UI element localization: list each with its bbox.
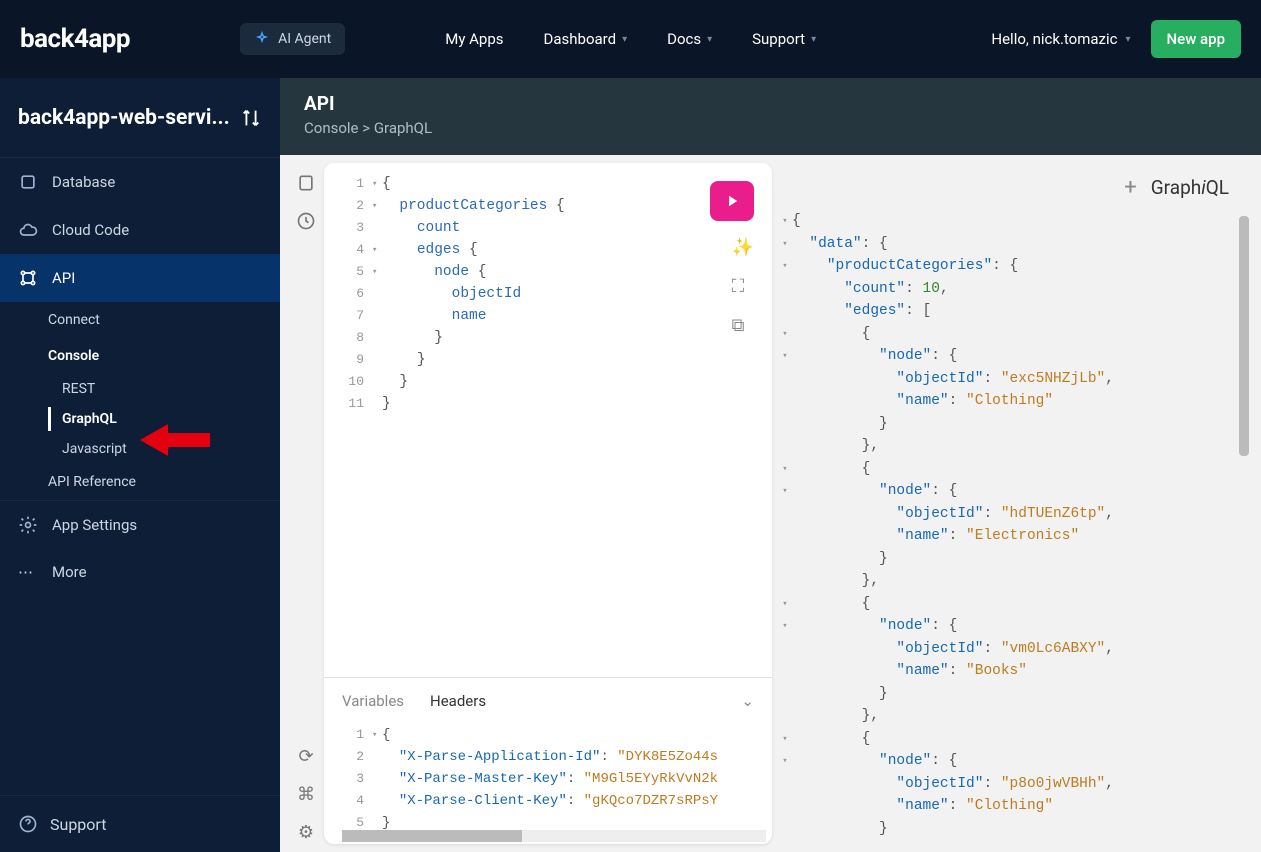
add-tab-button[interactable]: + xyxy=(1124,175,1136,200)
nav-docs[interactable]: Docs▾ xyxy=(667,30,712,48)
sidebar-item-console[interactable]: Console xyxy=(48,338,280,374)
history-icon[interactable] xyxy=(294,209,318,233)
app-name: back4app-web-servi... xyxy=(18,106,230,130)
graphiql-content: ⟳ ⌘ ⚙ ✨ ⛶ ⧉ 1▾{2▾ productCategories {3 c… xyxy=(280,155,1261,852)
shortcut-icon[interactable]: ⌘ xyxy=(294,782,318,806)
result-body[interactable]: ▾{▾ "data": {▾ "productCategories": { "c… xyxy=(774,210,1253,838)
query-editor[interactable]: 1▾{2▾ productCategories {3 count4▾ edges… xyxy=(324,163,772,677)
help-icon xyxy=(18,814,38,834)
left-tool-rail xyxy=(288,163,324,233)
logo[interactable]: back4app xyxy=(20,24,130,54)
sidebar-item-rest[interactable]: REST xyxy=(62,374,280,404)
bottom-panel: Variables Headers ⌄ 1▾{ 2 "X-Parse-Appli… xyxy=(324,677,772,844)
page-header: API Console > GraphQL xyxy=(280,78,1261,155)
page-title: API xyxy=(304,92,1237,115)
sidebar-item-connect[interactable]: Connect xyxy=(48,302,280,338)
sidebar-item-cloud-code[interactable]: Cloud Code xyxy=(0,206,280,254)
collapse-icon[interactable]: ⌄ xyxy=(741,692,754,710)
chevron-down-icon: ▾ xyxy=(811,34,816,45)
chevron-down-icon: ▾ xyxy=(1125,34,1130,45)
docs-icon[interactable] xyxy=(294,171,318,195)
api-icon xyxy=(18,268,38,288)
v-scrollbar[interactable] xyxy=(1239,216,1249,836)
ai-agent-label: AI Agent xyxy=(278,31,331,47)
tab-variables[interactable]: Variables xyxy=(342,692,404,710)
app-selector[interactable]: back4app-web-servi... xyxy=(0,78,280,158)
api-subitems: Connect Console REST GraphQL Javascript … xyxy=(0,302,280,500)
refresh-icon[interactable]: ⟳ xyxy=(294,744,318,768)
settings-icon[interactable]: ⚙ xyxy=(294,820,318,844)
sidebar-item-api-reference[interactable]: API Reference xyxy=(48,464,280,500)
headers-editor[interactable]: 1▾{ 2 "X-Parse-Application-Id": "DYK8E5Z… xyxy=(324,724,772,844)
nav-dashboard[interactable]: Dashboard▾ xyxy=(544,30,628,48)
sparkle-icon xyxy=(254,31,270,47)
sidebar-item-api[interactable]: API xyxy=(0,254,280,302)
ai-agent-button[interactable]: AI Agent xyxy=(240,23,345,55)
breadcrumb: Console > GraphQL xyxy=(304,119,1237,137)
database-icon xyxy=(18,172,38,192)
sidebar-item-more[interactable]: ⋯ More xyxy=(0,549,280,595)
h-scrollbar[interactable] xyxy=(342,830,766,842)
gear-icon xyxy=(18,515,38,535)
nav-my-apps[interactable]: My Apps xyxy=(445,30,503,48)
chevron-down-icon: ▾ xyxy=(707,34,712,45)
chevron-down-icon: ▾ xyxy=(622,34,627,45)
result-panel: + GraphiQL ▾{▾ "data": {▾ "productCatego… xyxy=(772,163,1253,844)
graphiql-logo: GraphiQL xyxy=(1151,176,1229,199)
more-icon: ⋯ xyxy=(18,563,38,581)
bottom-tool-rail: ⟳ ⌘ ⚙ xyxy=(288,736,324,844)
query-editor-card: ✨ ⛶ ⧉ 1▾{2▾ productCategories {3 count4▾… xyxy=(324,163,772,844)
nav-links: My Apps Dashboard▾ Docs▾ Support▾ xyxy=(445,30,816,48)
tab-headers[interactable]: Headers xyxy=(430,692,486,710)
user-greeting[interactable]: Hello, nick.tomazic▾ xyxy=(991,30,1130,48)
new-app-button[interactable]: New app xyxy=(1151,20,1241,58)
sidebar-item-database[interactable]: Database xyxy=(0,158,280,206)
sidebar-item-support[interactable]: Support xyxy=(0,795,280,852)
main-content: API Console > GraphQL ⟳ ⌘ ⚙ xyxy=(280,78,1261,852)
top-nav: back4app AI Agent My Apps Dashboard▾ Doc… xyxy=(0,0,1261,78)
sidebar: back4app-web-servi... Database Cloud Cod… xyxy=(0,78,280,852)
nav-support[interactable]: Support▾ xyxy=(752,30,816,48)
sidebar-item-app-settings[interactable]: App Settings xyxy=(0,500,280,549)
switch-icon xyxy=(240,107,262,129)
arrow-annotation xyxy=(140,420,210,460)
cloud-icon xyxy=(18,220,38,240)
